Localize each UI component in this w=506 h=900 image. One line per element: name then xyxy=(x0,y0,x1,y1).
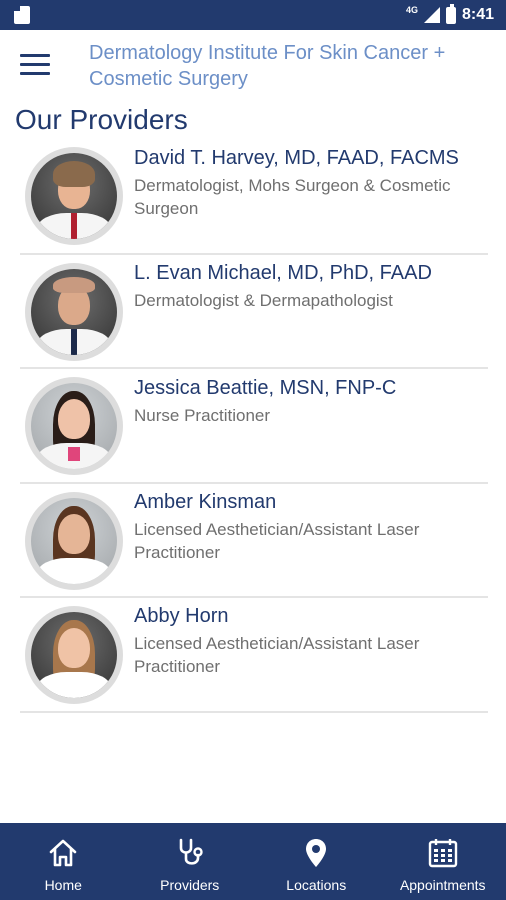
sd-card-icon xyxy=(14,6,30,24)
provider-name: Abby Horn xyxy=(134,605,229,627)
nav-providers[interactable]: Providers xyxy=(127,823,254,900)
provider-name: David T. Harvey, MD, FAAD, FACMS xyxy=(134,147,459,169)
provider-name: Jessica Beattie, MSN, FNP-C xyxy=(134,377,397,399)
provider-role: Dermatologist & Dermapathologist xyxy=(134,290,393,310)
provider-item[interactable]: Abby Horn Licensed Aesthetician/Assistan… xyxy=(20,598,488,713)
nav-home-label: Home xyxy=(44,877,82,893)
page-title: Our Providers xyxy=(15,104,188,135)
stethoscope-icon xyxy=(179,838,203,865)
nav-appointments-label: Appointments xyxy=(399,877,486,893)
network-type-label: 4G xyxy=(405,5,418,15)
app-title: Dermatology Institute For Skin Cancer + … xyxy=(89,42,446,90)
provider-role: Dermatologist, Mohs Surgeon & Cosmetic S… xyxy=(134,176,451,218)
provider-avatar xyxy=(25,606,123,704)
nav-locations-label: Locations xyxy=(286,877,347,893)
bottom-navigation: Home Providers Locations Appointments xyxy=(0,823,506,900)
nav-providers-label: Providers xyxy=(160,877,220,893)
nav-appointments[interactable]: Appointments xyxy=(380,823,506,900)
provider-item[interactable]: David T. Harvey, MD, FAAD, FACMS Dermato… xyxy=(20,140,488,255)
provider-item[interactable]: Jessica Beattie, MSN, FNP-C Nurse Practi… xyxy=(20,369,488,484)
provider-role: Licensed Aesthetician/Assistant Laser Pr… xyxy=(134,634,420,676)
provider-role: Licensed Aesthetician/Assistant Laser Pr… xyxy=(134,519,420,562)
provider-name: Amber Kinsman xyxy=(134,490,277,513)
hamburger-menu-icon[interactable] xyxy=(20,54,50,76)
status-bar: 4G 8:41 xyxy=(0,0,506,30)
provider-item[interactable]: L. Evan Michael, MD, PhD, FAAD Dermatolo… xyxy=(20,255,488,369)
provider-name: L. Evan Michael, MD, PhD, FAAD xyxy=(134,261,432,284)
provider-avatar xyxy=(25,491,123,590)
provider-list: David T. Harvey, MD, FAAD, FACMS Dermato… xyxy=(20,140,488,713)
calendar-icon xyxy=(428,839,457,868)
provider-avatar xyxy=(25,262,123,361)
home-icon xyxy=(49,839,77,867)
battery-icon xyxy=(445,3,456,24)
nav-locations[interactable]: Locations xyxy=(253,823,380,900)
provider-item[interactable]: Amber Kinsman Licensed Aesthetician/Assi… xyxy=(20,484,488,598)
signal-icon xyxy=(423,7,440,23)
nav-home[interactable]: Home xyxy=(0,823,127,900)
provider-avatar xyxy=(25,147,123,245)
status-time: 8:41 xyxy=(461,6,494,23)
provider-avatar xyxy=(25,377,123,475)
provider-role: Nurse Practitioner xyxy=(134,406,271,425)
map-pin-icon xyxy=(306,839,327,867)
app-header: Dermatology Institute For Skin Cancer + … xyxy=(0,30,506,98)
